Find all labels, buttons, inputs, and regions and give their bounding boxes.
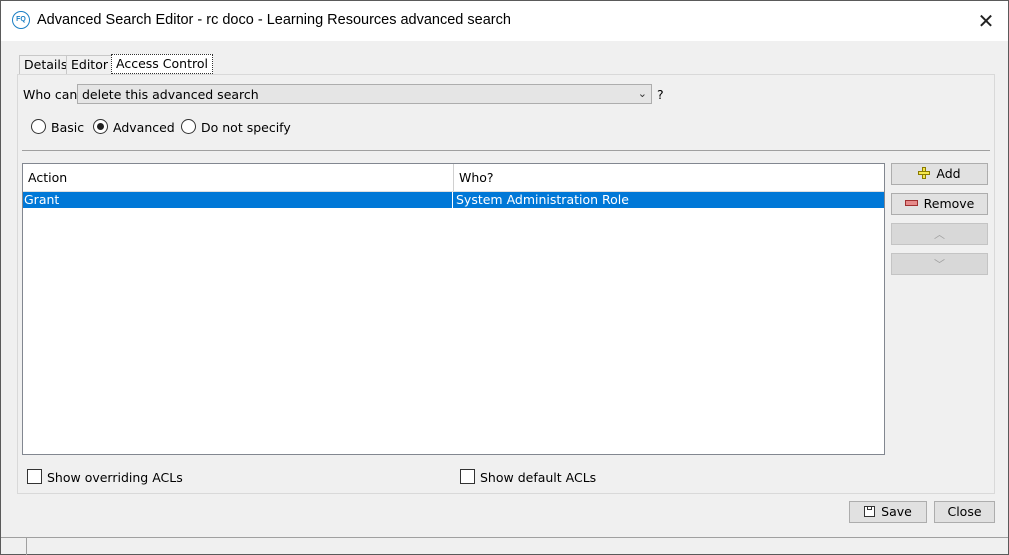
- chevron-down-icon: ﹀: [934, 258, 945, 271]
- show-overriding-checkbox[interactable]: [27, 469, 42, 484]
- cell-action: Grant: [24, 192, 60, 207]
- close-icon[interactable]: ✕: [971, 7, 1001, 35]
- status-bar: [1, 537, 1008, 538]
- show-default-label[interactable]: Show default ACLs: [480, 470, 596, 485]
- acl-table[interactable]: Action Who? Grant System Administration …: [22, 163, 885, 455]
- add-button[interactable]: Add: [891, 163, 988, 185]
- radio-do-not-specify[interactable]: [181, 119, 196, 134]
- who-can-value: delete this advanced search: [82, 87, 259, 102]
- column-header-action[interactable]: Action: [23, 164, 453, 192]
- title-bar: FQ Advanced Search Editor - rc doco - Le…: [1, 1, 1008, 41]
- add-button-label: Add: [936, 166, 961, 181]
- divider: [22, 150, 990, 151]
- remove-button[interactable]: Remove: [891, 193, 988, 215]
- show-overriding-label[interactable]: Show overriding ACLs: [47, 470, 183, 485]
- radio-advanced[interactable]: [93, 119, 108, 134]
- close-button-label: Close: [947, 504, 982, 519]
- close-button[interactable]: Close: [934, 501, 995, 523]
- radio-basic-label[interactable]: Basic: [51, 120, 84, 135]
- chevron-down-icon: ⌄: [637, 87, 647, 100]
- status-bar-segment: [26, 538, 27, 555]
- tab-access-control[interactable]: Access Control: [111, 54, 213, 74]
- plus-icon: [918, 167, 931, 179]
- remove-button-label: Remove: [923, 196, 975, 211]
- column-header-who[interactable]: Who?: [453, 164, 884, 192]
- app-logo-icon: FQ: [12, 11, 30, 29]
- cell-separator: [452, 192, 453, 208]
- chevron-up-icon: ︿: [934, 228, 945, 241]
- radio-do-not-specify-label[interactable]: Do not specify: [201, 120, 291, 135]
- help-mark[interactable]: ?: [657, 87, 664, 102]
- dialog-window: FQ Advanced Search Editor - rc doco - Le…: [0, 0, 1009, 555]
- move-up-button[interactable]: ︿: [891, 223, 988, 245]
- radio-basic[interactable]: [31, 119, 46, 134]
- show-default-checkbox[interactable]: [460, 469, 475, 484]
- save-icon: [864, 506, 876, 517]
- tab-editor[interactable]: Editor: [66, 55, 113, 74]
- save-button[interactable]: Save: [849, 501, 927, 523]
- table-row[interactable]: Grant System Administration Role: [23, 192, 884, 208]
- tab-details[interactable]: Details: [19, 55, 73, 74]
- who-can-dropdown[interactable]: delete this advanced search ⌄: [77, 84, 652, 104]
- who-can-label: Who can: [23, 87, 78, 102]
- window-title: Advanced Search Editor - rc doco - Learn…: [37, 12, 511, 28]
- save-button-label: Save: [881, 504, 912, 519]
- minus-icon: [904, 200, 918, 206]
- move-down-button[interactable]: ﹀: [891, 253, 988, 275]
- cell-who: System Administration Role: [456, 192, 629, 207]
- radio-advanced-label[interactable]: Advanced: [113, 120, 175, 135]
